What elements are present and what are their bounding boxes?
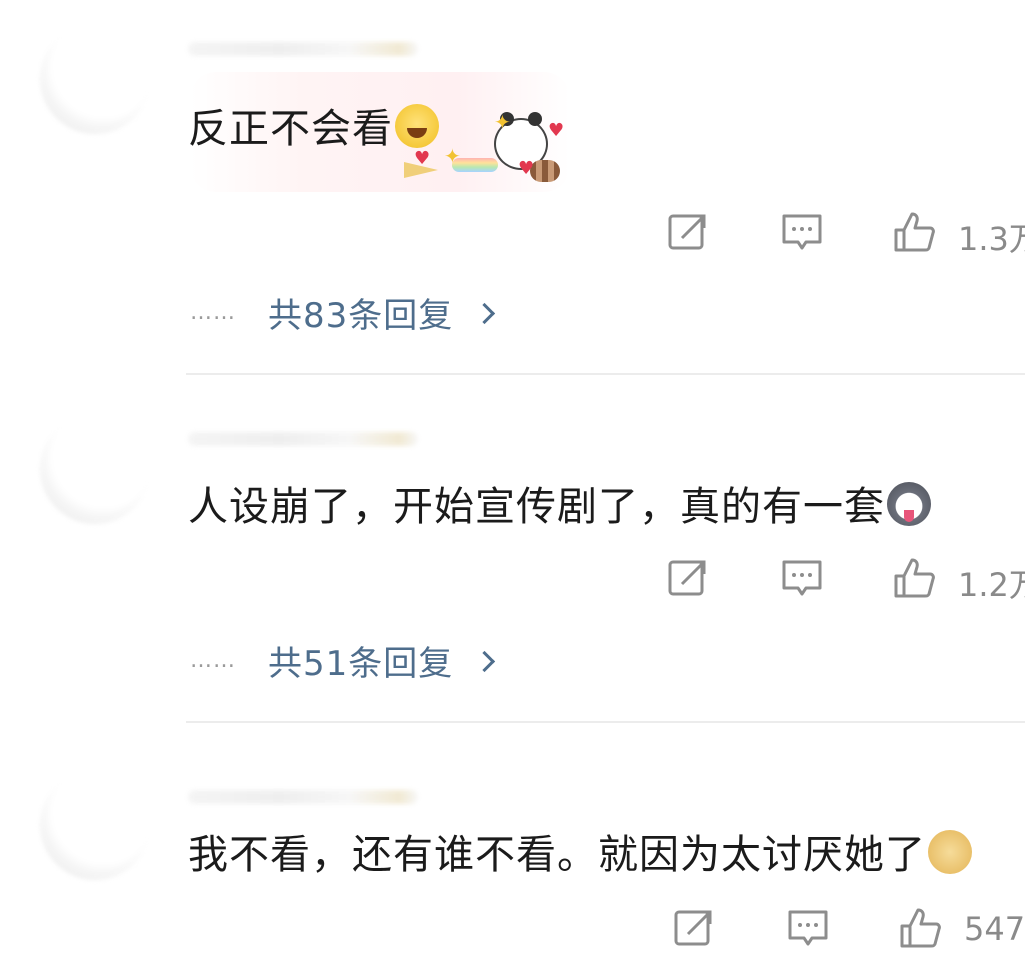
like-count: 1.2万 <box>958 566 1025 604</box>
chevron-right-icon <box>474 302 496 324</box>
replies-dots: …… <box>190 299 236 325</box>
action-bar: 547 <box>0 906 1025 956</box>
action-bar: 1.3万 <box>0 210 1025 260</box>
thumbs-up-icon[interactable] <box>898 906 942 950</box>
sparkle-icon: ✦ <box>494 110 511 134</box>
comment-body: 反正不会看 <box>188 106 393 152</box>
view-replies-link[interactable]: 共51条回复 <box>268 636 453 685</box>
heart-icon: ♥ <box>518 158 535 179</box>
comment-icon[interactable] <box>780 556 824 600</box>
share-icon[interactable] <box>672 906 716 950</box>
replies-row[interactable]: …… 共51条回复 <box>190 635 496 685</box>
username-blurred <box>188 42 418 56</box>
replies-dots: …… <box>190 647 236 673</box>
chevron-right-icon <box>474 650 496 672</box>
like-count: 547 <box>964 910 1025 948</box>
comment-icon[interactable] <box>780 210 824 254</box>
action-bar: 1.2万 <box>0 556 1025 606</box>
replies-row[interactable]: …… 共83条回复 <box>190 287 496 337</box>
divider <box>186 373 1025 375</box>
husky-emoji-icon <box>887 482 931 526</box>
comment-text: 人设崩了，开始宣传剧了，真的有一套 <box>188 474 931 532</box>
laughing-tears-emoji-icon <box>395 104 439 148</box>
avatar[interactable] <box>40 770 150 880</box>
comment-icon[interactable] <box>786 906 830 950</box>
comment-text: 反正不会看 <box>188 96 439 154</box>
comment-body: 人设崩了，开始宣传剧了，真的有一套 <box>188 484 885 530</box>
username-blurred <box>188 432 418 446</box>
comment-body: 我不看，还有谁不看。就因为太讨厌她了 <box>188 832 926 878</box>
thumbs-up-icon[interactable] <box>892 210 936 254</box>
username-blurred <box>188 790 418 804</box>
comment-text: 我不看，还有谁不看。就因为太讨厌她了 <box>188 822 972 880</box>
avatar[interactable] <box>40 24 150 134</box>
view-replies-link[interactable]: 共83条回复 <box>268 288 453 337</box>
like-count: 1.3万 <box>958 220 1025 258</box>
avatar[interactable] <box>40 414 150 524</box>
divider <box>186 721 1025 723</box>
thumbs-up-icon[interactable] <box>892 556 936 600</box>
share-icon[interactable] <box>666 210 710 254</box>
sparkle-icon: ✦ <box>444 144 461 168</box>
heart-icon: ♥ <box>548 120 565 141</box>
doge-emoji-icon <box>928 830 972 874</box>
share-icon[interactable] <box>666 556 710 600</box>
raccoon-tail-icon <box>530 160 560 182</box>
